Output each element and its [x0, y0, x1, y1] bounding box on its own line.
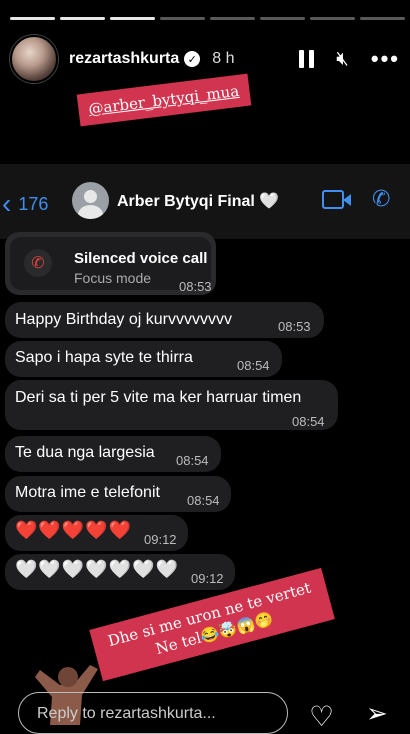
call-time: 08:53 — [179, 279, 212, 294]
more-icon[interactable]: ••• — [371, 46, 400, 72]
progress-segment — [160, 17, 205, 20]
username[interactable]: rezartashkurta — [69, 50, 179, 68]
contact-avatar[interactable] — [72, 182, 109, 219]
avatar[interactable] — [10, 35, 58, 83]
send-icon[interactable]: ➢ — [366, 698, 388, 729]
message-text: ❤️❤️❤️❤️❤️ — [15, 520, 133, 540]
progress-segment — [360, 17, 405, 20]
contact-name[interactable]: Arber Bytyqi Final 🤍 — [117, 191, 279, 211]
message-text: Happy Birthday oj kurvvvvvvvv — [15, 311, 232, 328]
story-time: 8 h — [212, 50, 235, 67]
message-text: Te dua nga largesia — [15, 444, 155, 461]
chevron-left-icon: ‹ — [2, 188, 12, 219]
mute-icon[interactable]: 🔇︎ — [336, 48, 349, 71]
progress-segment — [10, 17, 55, 20]
progress-segment — [210, 17, 255, 20]
message-bubble[interactable]: Happy Birthday oj kurvvvvvvvv 08:53 — [5, 302, 324, 338]
message-bubble[interactable]: Sapo i hapa syte te thirra 08:54 — [5, 341, 282, 377]
message-time: 09:12 — [144, 532, 177, 547]
message-bubble[interactable]: ❤️❤️❤️❤️❤️ 09:12 — [5, 515, 188, 551]
message-time: 08:54 — [237, 358, 270, 373]
message-bubble[interactable]: Te dua nga largesia 08:54 — [5, 436, 221, 472]
phone-icon[interactable]: ✆ — [372, 186, 390, 212]
story-progress — [10, 17, 405, 20]
message-text: Sapo i hapa syte te thirra — [15, 349, 193, 366]
message-text: 🤍🤍🤍🤍🤍🤍🤍 — [15, 559, 179, 579]
story-header: rezartashkurta ✓ 8 h 🔇︎ ••• — [10, 35, 400, 83]
pause-icon[interactable] — [299, 50, 315, 68]
message-time: 08:54 — [187, 493, 220, 508]
message-time: 08:54 — [176, 453, 209, 468]
message-text: Deri sa ti per 5 vite ma ker harruar tim… — [15, 389, 302, 406]
progress-segment — [260, 17, 305, 20]
message-bubble[interactable]: 🤍🤍🤍🤍🤍🤍🤍 09:12 — [5, 554, 235, 590]
message-text: Motra ime e telefonit — [15, 484, 160, 501]
heart-icon[interactable]: ♡ — [309, 700, 334, 733]
call-title: Silenced voice call — [74, 250, 208, 267]
message-time: 09:12 — [191, 571, 224, 586]
message-time: 08:54 — [292, 414, 325, 429]
progress-segment — [110, 17, 155, 20]
back-button[interactable]: ‹ 176 — [2, 188, 48, 220]
message-bubble[interactable]: Motra ime e telefonit 08:54 — [5, 476, 231, 512]
call-subtitle: Focus mode — [74, 270, 152, 286]
call-bubble[interactable]: ✆ Silenced voice call Focus mode 08:53 — [5, 232, 216, 295]
missed-call-icon: ✆ — [24, 249, 52, 277]
video-call-icon[interactable] — [322, 190, 351, 209]
message-bubble[interactable]: Deri sa ti per 5 vite ma ker harruar tim… — [5, 380, 338, 430]
reply-input[interactable]: Reply to rezartashkurta... — [18, 692, 288, 734]
unread-count: 176 — [18, 193, 49, 214]
reply-placeholder: Reply to rezartashkurta... — [37, 705, 216, 722]
message-time: 08:53 — [278, 319, 311, 334]
progress-segment — [60, 17, 105, 20]
progress-segment — [310, 17, 355, 20]
verified-icon: ✓ — [184, 51, 201, 67]
